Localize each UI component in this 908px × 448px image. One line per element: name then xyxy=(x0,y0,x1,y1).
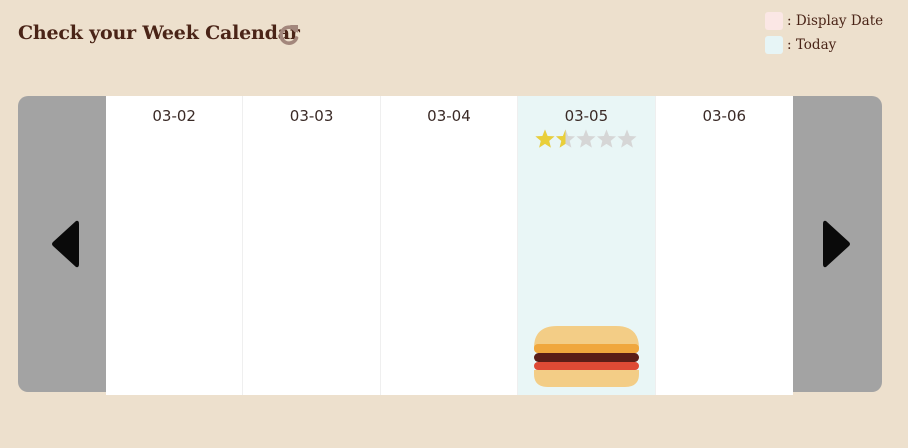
star-icon xyxy=(617,129,637,148)
legend-display-date: : Display Date xyxy=(765,12,883,30)
display-date-swatch xyxy=(765,12,783,30)
triangle-left-icon xyxy=(52,220,79,268)
star-filled-icon xyxy=(535,129,555,148)
next-week-button[interactable] xyxy=(794,96,882,392)
legend-display-date-label: : Display Date xyxy=(787,13,884,29)
hamburger-icon xyxy=(533,326,640,392)
page-title: Check your Week Calendar xyxy=(18,22,300,44)
day-cell[interactable]: 03-03 xyxy=(243,96,381,395)
today-swatch xyxy=(765,36,783,54)
day-cell[interactable]: 03-06 xyxy=(655,96,793,395)
legend-today: : Today xyxy=(765,36,883,54)
day-cell[interactable]: 03-02 xyxy=(106,96,244,395)
prev-week-button[interactable] xyxy=(18,96,106,392)
day-date: 03-06 xyxy=(702,107,747,125)
star-icon xyxy=(576,129,596,148)
day-cell[interactable]: 03-04 xyxy=(380,96,519,395)
day-date: 03-03 xyxy=(289,107,334,125)
day-cell-today[interactable]: 03-05 xyxy=(518,96,656,395)
legend: : Display Date : Today xyxy=(765,12,883,60)
week-days: 03-02 03-03 03-04 03-05 03-06 xyxy=(106,96,793,395)
refresh-icon[interactable] xyxy=(276,22,302,48)
star-icon xyxy=(597,129,617,148)
star-rating xyxy=(535,128,637,150)
legend-today-label: : Today xyxy=(787,37,837,53)
triangle-right-icon xyxy=(823,220,850,268)
day-date: 03-04 xyxy=(427,107,471,125)
day-date: 03-02 xyxy=(152,107,196,125)
day-date: 03-05 xyxy=(564,107,609,125)
